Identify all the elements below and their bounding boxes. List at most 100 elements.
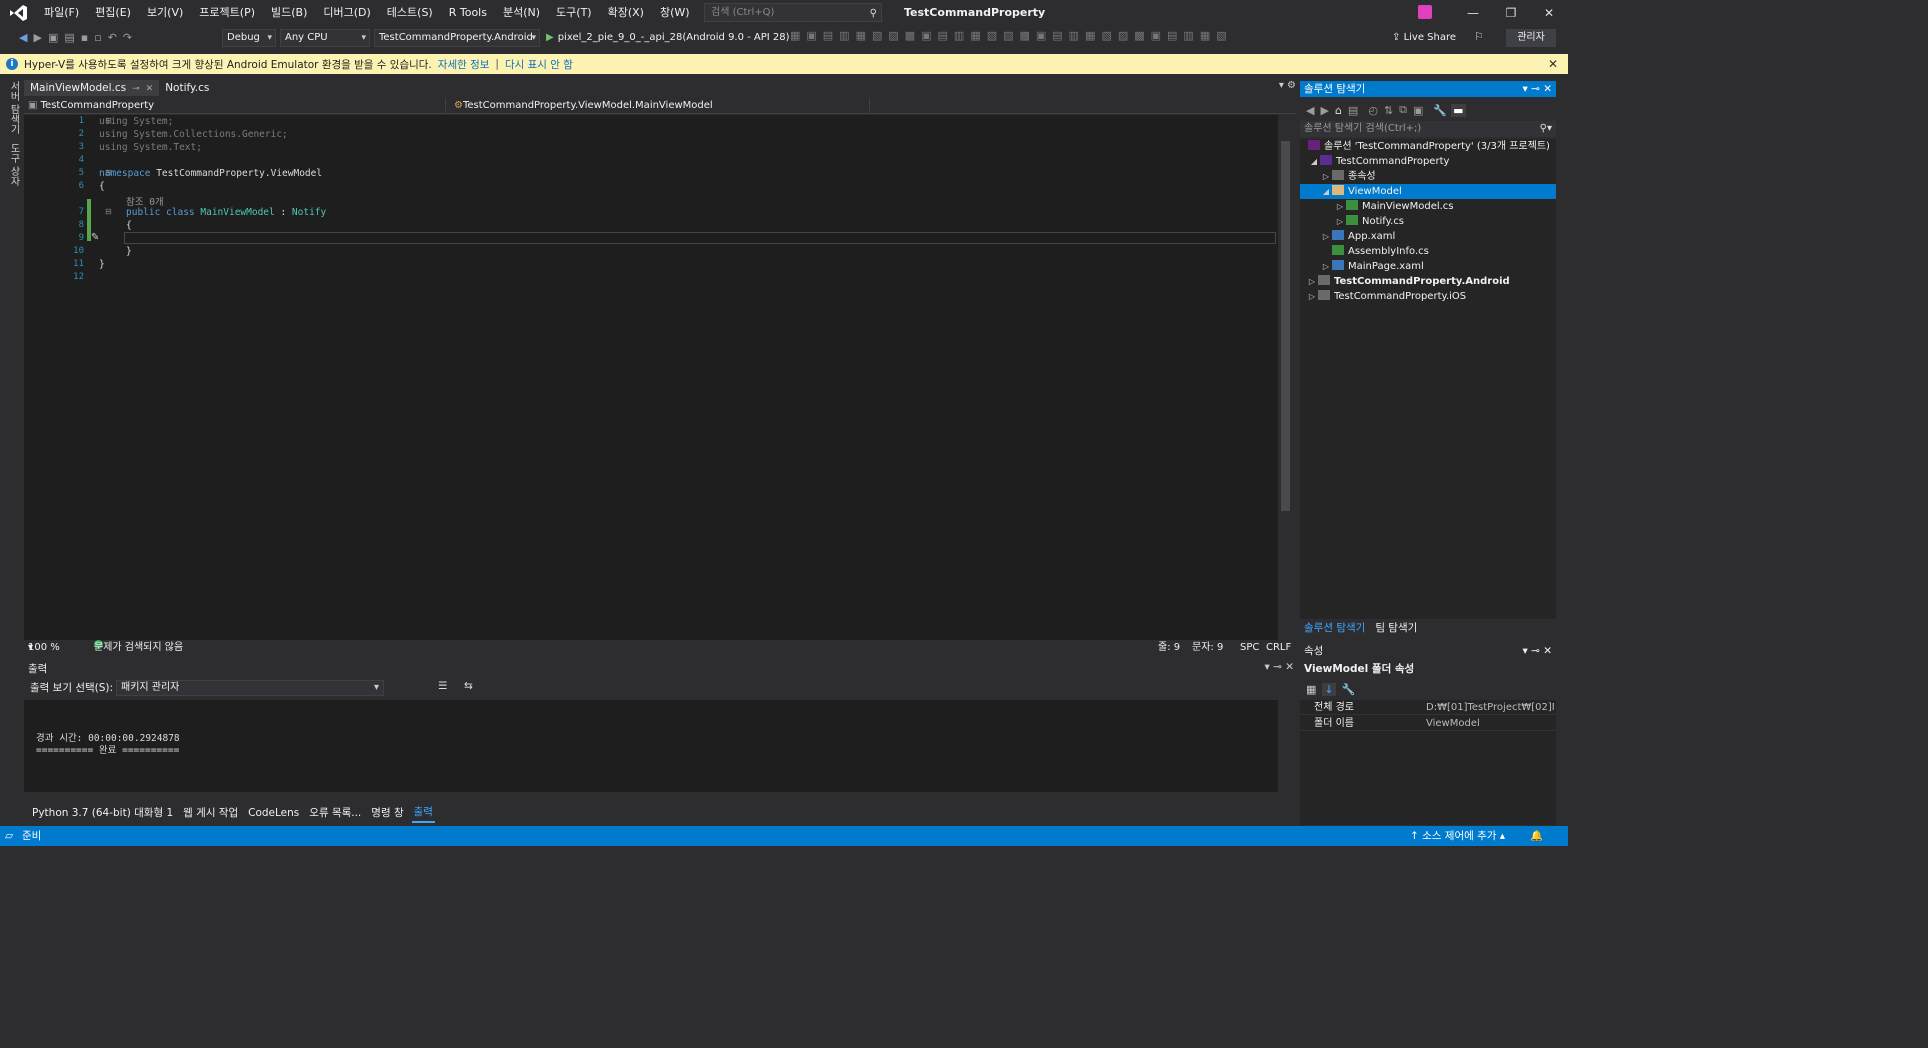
property-pages-icon[interactable]: 🔧 xyxy=(1342,683,1356,696)
redo-icon[interactable]: ↷ xyxy=(120,26,135,50)
preview-icon[interactable]: ▬ xyxy=(1451,103,1466,117)
pin-icon[interactable]: ⚐ xyxy=(1474,30,1484,43)
new-project-icon[interactable]: ▣ xyxy=(45,26,61,50)
collapsed-icon[interactable]: ▷ xyxy=(1320,169,1332,184)
tab-team-explorer[interactable]: 팀 탐색기 xyxy=(1375,620,1417,636)
info-close-icon[interactable]: ✕ xyxy=(1548,57,1558,71)
menu-file[interactable]: 파일(F) xyxy=(36,0,87,26)
startup-project-select[interactable]: TestCommandProperty.Android xyxy=(374,29,540,47)
open-icon[interactable]: ▤ xyxy=(61,26,77,50)
quick-actions-icon[interactable]: ✎ xyxy=(91,232,99,243)
admin-badge[interactable]: 관리자 xyxy=(1506,29,1556,47)
alphabetical-icon[interactable]: ↓ xyxy=(1322,682,1336,696)
menu-edit[interactable]: 편집(E) xyxy=(87,0,139,26)
panel-controls-icon[interactable]: ▾ ⊸ ✕ xyxy=(1264,661,1294,673)
live-share-button[interactable]: ⇪ Live Share xyxy=(1392,29,1456,47)
tab-notify[interactable]: Notify.cs xyxy=(159,80,215,96)
tree-node-file[interactable]: ▷ MainPage.xaml xyxy=(1300,259,1556,274)
switch-views-icon[interactable]: ▤ xyxy=(1348,104,1358,117)
codelens-references[interactable]: 참조 0개 xyxy=(126,194,164,208)
zoom-select[interactable]: 100 % ▾ xyxy=(28,640,60,655)
tree-node-project[interactable]: ▷ TestCommandProperty.Android xyxy=(1300,274,1556,289)
tree-node-project[interactable]: ◢ TestCommandProperty xyxy=(1300,154,1556,169)
home-icon[interactable]: ⌂ xyxy=(1335,104,1342,117)
dismiss-link[interactable]: 다시 표시 안 함 xyxy=(505,57,573,72)
close-tab-icon[interactable]: ✕ xyxy=(146,84,154,94)
tab-command-window[interactable]: 명령 창 xyxy=(369,804,405,822)
menu-build[interactable]: 빌드(B) xyxy=(263,0,315,26)
nav-project-select[interactable]: ▣ TestCommandProperty xyxy=(24,98,446,113)
collapsed-icon[interactable]: ▷ xyxy=(1334,199,1346,214)
panel-controls-icon[interactable]: ▾ ⊸ ✕ xyxy=(1522,643,1552,659)
pin-icon[interactable]: ⊸ xyxy=(132,84,140,94)
toolbox-tab[interactable]: 도구 상자 xyxy=(6,143,21,186)
server-explorer-tab[interactable]: 서버 탐색기 xyxy=(6,81,21,134)
tab-codelens[interactable]: CodeLens xyxy=(246,804,301,822)
tree-node-viewmodel-folder[interactable]: ◢ ViewModel xyxy=(1300,184,1556,199)
output-source-select[interactable]: 패키지 관리자 xyxy=(116,680,384,696)
output-scrollbar[interactable] xyxy=(1278,700,1294,792)
menu-test[interactable]: 테스트(S) xyxy=(379,0,441,26)
menu-window[interactable]: 창(W) xyxy=(652,0,698,26)
output-hscrollbar[interactable] xyxy=(24,792,1278,804)
editor-scrollbar[interactable] xyxy=(1278,115,1294,640)
collapse-all-icon[interactable]: ⧉ xyxy=(1399,103,1407,117)
tree-node-file[interactable]: ▷ Notify.cs xyxy=(1300,214,1556,229)
back-icon[interactable]: ◀ xyxy=(16,26,30,50)
pending-changes-icon[interactable]: ◴ xyxy=(1368,104,1378,117)
run-button[interactable]: ▶ pixel_2_pie_9_0_-_api_28(Android 9.0 - … xyxy=(546,29,790,47)
sync-icon[interactable]: ⇅ xyxy=(1384,104,1393,117)
expanded-icon[interactable]: ◢ xyxy=(1320,184,1332,199)
restore-icon[interactable]: ❐ xyxy=(1492,0,1530,26)
menu-analyze[interactable]: 분석(N) xyxy=(495,0,548,26)
collapsed-icon[interactable]: ▷ xyxy=(1306,289,1318,304)
properties-object[interactable]: ViewModel 폴더 속성 xyxy=(1300,661,1556,677)
collapsed-icon[interactable]: ▷ xyxy=(1306,274,1318,289)
menu-extensions[interactable]: 확장(X) xyxy=(600,0,652,26)
solution-search-input[interactable]: 솔루션 탐색기 검색(Ctrl+;) ⚲▾ xyxy=(1300,121,1556,137)
property-row[interactable]: 폴더 이름 ViewModel xyxy=(1300,716,1556,731)
tab-mainviewmodel[interactable]: MainViewModel.cs ⊸ ✕ xyxy=(24,80,160,96)
show-all-files-icon[interactable]: ▣ xyxy=(1413,104,1423,117)
nav-type-select[interactable]: ⚙TestCommandProperty.ViewModel.MainViewM… xyxy=(450,98,870,113)
tab-error-list[interactable]: 오류 목록... xyxy=(307,804,363,822)
collapse-icon[interactable]: ⊟ xyxy=(105,207,112,216)
collapsed-icon[interactable]: ▷ xyxy=(1320,229,1332,244)
tab-dropdown-icon[interactable]: ▾ ⚙ xyxy=(1279,80,1296,91)
add-to-source-control-button[interactable]: ↑ 소스 제어에 추가 ▴ xyxy=(1410,826,1505,846)
tree-node-file[interactable]: ▷ App.xaml xyxy=(1300,229,1556,244)
notification-icon[interactable]: 🔔 xyxy=(1530,826,1543,846)
tree-node-dependencies[interactable]: ▷ 종속성 xyxy=(1300,169,1556,184)
panel-controls-icon[interactable]: ▾ ⊸ ✕ xyxy=(1522,81,1552,97)
menu-project[interactable]: 프로젝트(P) xyxy=(191,0,263,26)
forward-icon[interactable]: ▶ xyxy=(1320,104,1328,117)
properties-icon[interactable]: 🔧 xyxy=(1433,104,1447,117)
categorized-icon[interactable]: ▦ xyxy=(1306,683,1316,696)
minimize-icon[interactable]: — xyxy=(1454,0,1492,26)
feedback-icon[interactable] xyxy=(1418,5,1432,19)
expanded-icon[interactable]: ◢ xyxy=(1308,154,1320,169)
output-text[interactable]: 경과 시간: 00:00:00.2924878 ========== 완료 ==… xyxy=(24,700,1278,792)
menu-tools[interactable]: 도구(T) xyxy=(548,0,600,26)
scroll-thumb[interactable] xyxy=(1281,141,1290,511)
collapsed-icon[interactable]: ▷ xyxy=(1320,259,1332,274)
more-info-link[interactable]: 자세한 정보 xyxy=(438,57,490,72)
forward-icon[interactable]: ▶ xyxy=(30,26,44,50)
save-icon[interactable]: ▪ xyxy=(78,26,91,50)
clear-all-icon[interactable]: ☰ xyxy=(438,680,447,692)
property-row[interactable]: 전체 경로 D:₩[01]TestProject₩[02]Mob xyxy=(1300,700,1556,715)
tree-node-file[interactable]: AssemblyInfo.cs xyxy=(1300,244,1556,259)
save-all-icon[interactable]: ▫ xyxy=(91,26,104,50)
back-icon[interactable]: ◀ xyxy=(1306,104,1314,117)
config-select[interactable]: Debug xyxy=(222,29,276,47)
search-input[interactable]: 검색 (Ctrl+Q) ⚲ xyxy=(704,3,882,22)
platform-select[interactable]: Any CPU xyxy=(280,29,370,47)
tree-node-file[interactable]: ▷ MainViewModel.cs xyxy=(1300,199,1556,214)
tab-web-publish[interactable]: 웹 게시 작업 xyxy=(181,804,240,822)
tab-python-interactive[interactable]: Python 3.7 (64-bit) 대화형 1 xyxy=(30,804,175,822)
menu-rtools[interactable]: R Tools xyxy=(441,0,495,26)
menu-debug[interactable]: 디버그(D) xyxy=(315,0,378,26)
tab-output[interactable]: 출력 xyxy=(411,803,435,823)
menu-view[interactable]: 보기(V) xyxy=(139,0,191,26)
collapsed-icon[interactable]: ▷ xyxy=(1334,214,1346,229)
